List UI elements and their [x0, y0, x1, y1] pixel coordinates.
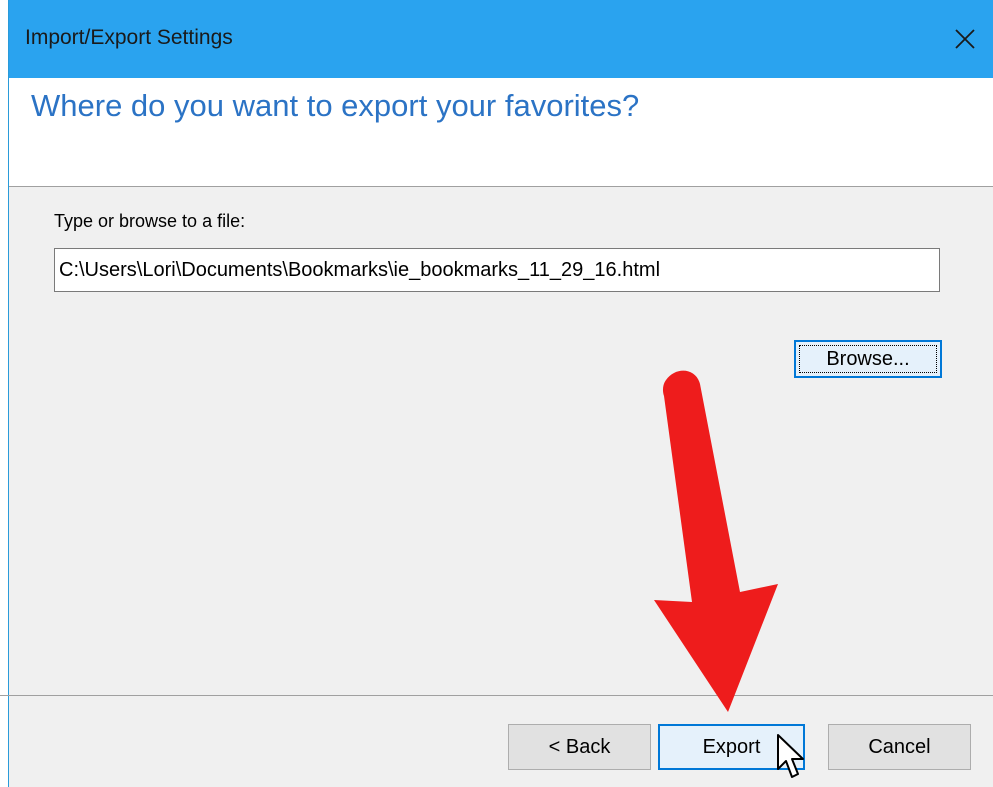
page-heading: Where do you want to export your favorit… [31, 88, 640, 123]
file-path-input[interactable] [54, 248, 940, 292]
import-export-dialog: Import/Export Settings Where do you want… [8, 0, 993, 787]
file-path-label: Type or browse to a file: [54, 211, 246, 231]
arrow-pointer-cursor-icon [777, 734, 804, 778]
export-button-label: Export [702, 735, 761, 758]
cancel-button[interactable]: Cancel [828, 724, 971, 770]
close-button[interactable] [937, 0, 993, 78]
wizard-header: Where do you want to export your favorit… [9, 78, 993, 187]
close-icon [955, 29, 975, 49]
back-button[interactable]: < Back [508, 724, 651, 770]
browse-button[interactable]: Browse... [794, 340, 942, 378]
back-button-label: < Back [548, 735, 611, 758]
focus-rectangle [799, 345, 937, 373]
footer-divider [0, 695, 993, 696]
cancel-button-label: Cancel [868, 735, 931, 758]
window-title: Import/Export Settings [25, 26, 233, 49]
title-bar: Import/Export Settings [9, 0, 993, 78]
